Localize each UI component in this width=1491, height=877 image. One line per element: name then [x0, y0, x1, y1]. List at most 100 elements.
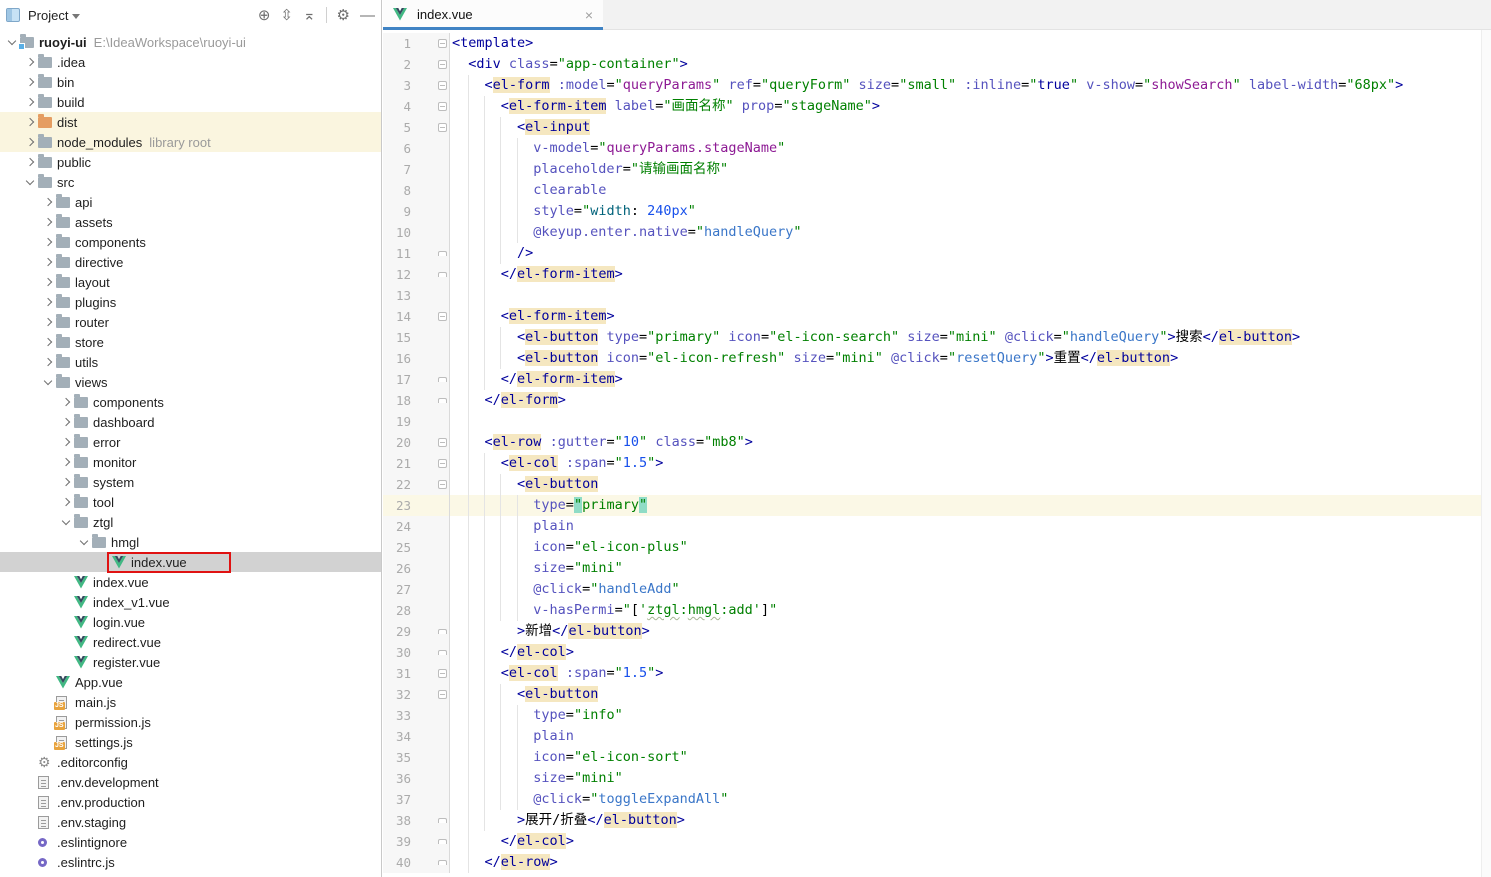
fold-collapse-icon[interactable] [438, 102, 447, 111]
tree-item-ztgl[interactable]: ztgl [0, 512, 381, 532]
tree-item-build[interactable]: build [0, 92, 381, 112]
chevron-collapsed-icon[interactable] [22, 99, 38, 105]
fold-end-icon[interactable] [438, 398, 447, 403]
fold-collapse-icon[interactable] [438, 669, 447, 678]
tree-item-store[interactable]: store [0, 332, 381, 352]
fold-collapse-icon[interactable] [438, 690, 447, 699]
tree-item-hmgl[interactable]: hmgl [0, 532, 381, 552]
tree-item-monitor[interactable]: monitor [0, 452, 381, 472]
tree-item-tool[interactable]: tool [0, 492, 381, 512]
chevron-collapsed-icon[interactable] [22, 159, 38, 165]
tree-item-settings-js[interactable]: JSsettings.js [0, 732, 381, 752]
tree-item-redirect-vue[interactable]: redirect.vue [0, 632, 381, 652]
tree-item--idea[interactable]: .idea [0, 52, 381, 72]
tree-item-app-vue[interactable]: App.vue [0, 672, 381, 692]
tree-item--eslintrc-js[interactable]: .eslintrc.js [0, 852, 381, 872]
chevron-expanded-icon[interactable] [76, 541, 92, 544]
chevron-collapsed-icon[interactable] [58, 439, 74, 445]
tree-item-directive[interactable]: directive [0, 252, 381, 272]
chevron-down-icon[interactable] [72, 14, 80, 19]
tree-item-components[interactable]: components [0, 232, 381, 252]
hide-panel-icon[interactable]: — [360, 8, 375, 23]
chevron-expanded-icon[interactable] [40, 381, 56, 384]
chevron-collapsed-icon[interactable] [40, 359, 56, 365]
tree-item-src[interactable]: src [0, 172, 381, 192]
fold-collapse-icon[interactable] [438, 123, 447, 132]
tree-item-node-modules[interactable]: node_moduleslibrary root [0, 132, 381, 152]
tree-item-plugins[interactable]: plugins [0, 292, 381, 312]
fold-collapse-icon[interactable] [438, 60, 447, 69]
chevron-collapsed-icon[interactable] [40, 319, 56, 325]
tree-item-bin[interactable]: bin [0, 72, 381, 92]
chevron-expanded-icon[interactable] [58, 521, 74, 524]
tree-item-ruoyi-ui[interactable]: ruoyi-uiE:\IdeaWorkspace\ruoyi-ui [0, 32, 381, 52]
tree-item--eslintignore[interactable]: .eslintignore [0, 832, 381, 852]
tree-item-register-vue[interactable]: register.vue [0, 652, 381, 672]
fold-end-icon[interactable] [438, 818, 447, 823]
tree-item-error[interactable]: error [0, 432, 381, 452]
chevron-collapsed-icon[interactable] [58, 399, 74, 405]
tree-item-permission-js[interactable]: JSpermission.js [0, 712, 381, 732]
tree-item-views[interactable]: views [0, 372, 381, 392]
chevron-collapsed-icon[interactable] [40, 299, 56, 305]
chevron-collapsed-icon[interactable] [40, 279, 56, 285]
project-panel-title[interactable]: Project [28, 8, 68, 23]
fold-collapse-icon[interactable] [438, 480, 447, 489]
tree-item--env-development[interactable]: .env.development [0, 772, 381, 792]
tree-item--editorconfig[interactable]: ⚙.editorconfig [0, 752, 381, 772]
tree-item-dist[interactable]: dist [0, 112, 381, 132]
fold-collapse-icon[interactable] [438, 39, 447, 48]
tab-close-icon[interactable]: × [585, 7, 593, 23]
chevron-collapsed-icon[interactable] [58, 479, 74, 485]
expand-all-icon[interactable]: ⇳ [280, 8, 293, 23]
tab-index-vue[interactable]: index.vue × [383, 0, 603, 29]
tree-item--env-staging[interactable]: .env.staging [0, 812, 381, 832]
fold-collapse-icon[interactable] [438, 438, 447, 447]
collapse-all-icon[interactable]: ⌅ [303, 8, 316, 23]
settings-gear-icon[interactable]: ⚙ [337, 8, 350, 23]
tree-item-layout[interactable]: layout [0, 272, 381, 292]
chevron-collapsed-icon[interactable] [40, 239, 56, 245]
tree-item-api[interactable]: api [0, 192, 381, 212]
tree-item-login-vue[interactable]: login.vue [0, 612, 381, 632]
chevron-collapsed-icon[interactable] [22, 59, 38, 65]
toolbar-divider [326, 7, 327, 23]
chevron-collapsed-icon[interactable] [40, 199, 56, 205]
locate-file-icon[interactable]: ⊕ [258, 8, 271, 23]
chevron-expanded-icon[interactable] [22, 181, 38, 184]
tree-item-dashboard[interactable]: dashboard [0, 412, 381, 432]
tree-item-index-v1-vue[interactable]: index_v1.vue [0, 592, 381, 612]
chevron-collapsed-icon[interactable] [40, 219, 56, 225]
tree-item-public[interactable]: public [0, 152, 381, 172]
fold-end-icon[interactable] [438, 251, 447, 256]
tree-item--env-production[interactable]: .env.production [0, 792, 381, 812]
editor-scrollbar[interactable] [1481, 30, 1491, 877]
fold-end-icon[interactable] [438, 860, 447, 865]
tree-item-components[interactable]: components [0, 392, 381, 412]
chevron-collapsed-icon[interactable] [40, 339, 56, 345]
chevron-collapsed-icon[interactable] [22, 119, 38, 125]
fold-collapse-icon[interactable] [438, 312, 447, 321]
tree-item-main-js[interactable]: JSmain.js [0, 692, 381, 712]
chevron-collapsed-icon[interactable] [58, 459, 74, 465]
chevron-collapsed-icon[interactable] [58, 419, 74, 425]
tree-item-router[interactable]: router [0, 312, 381, 332]
fold-collapse-icon[interactable] [438, 459, 447, 468]
chevron-collapsed-icon[interactable] [22, 139, 38, 145]
chevron-collapsed-icon[interactable] [22, 79, 38, 85]
fold-collapse-icon[interactable] [438, 81, 447, 90]
code-editor-surface[interactable]: 1<template>2 <div class="app-container">… [383, 30, 1491, 877]
fold-end-icon[interactable] [438, 839, 447, 844]
fold-end-icon[interactable] [438, 629, 447, 634]
fold-end-icon[interactable] [438, 377, 447, 382]
tree-item-utils[interactable]: utils [0, 352, 381, 372]
tree-item-index-vue[interactable]: index.vue [0, 552, 381, 572]
tree-item-assets[interactable]: assets [0, 212, 381, 232]
fold-end-icon[interactable] [438, 650, 447, 655]
code-text: @keyup.enter.native="handleQuery" [450, 222, 802, 243]
chevron-collapsed-icon[interactable] [58, 499, 74, 505]
chevron-collapsed-icon[interactable] [40, 259, 56, 265]
tree-item-index-vue[interactable]: index.vue [0, 572, 381, 592]
fold-end-icon[interactable] [438, 272, 447, 277]
tree-item-system[interactable]: system [0, 472, 381, 492]
